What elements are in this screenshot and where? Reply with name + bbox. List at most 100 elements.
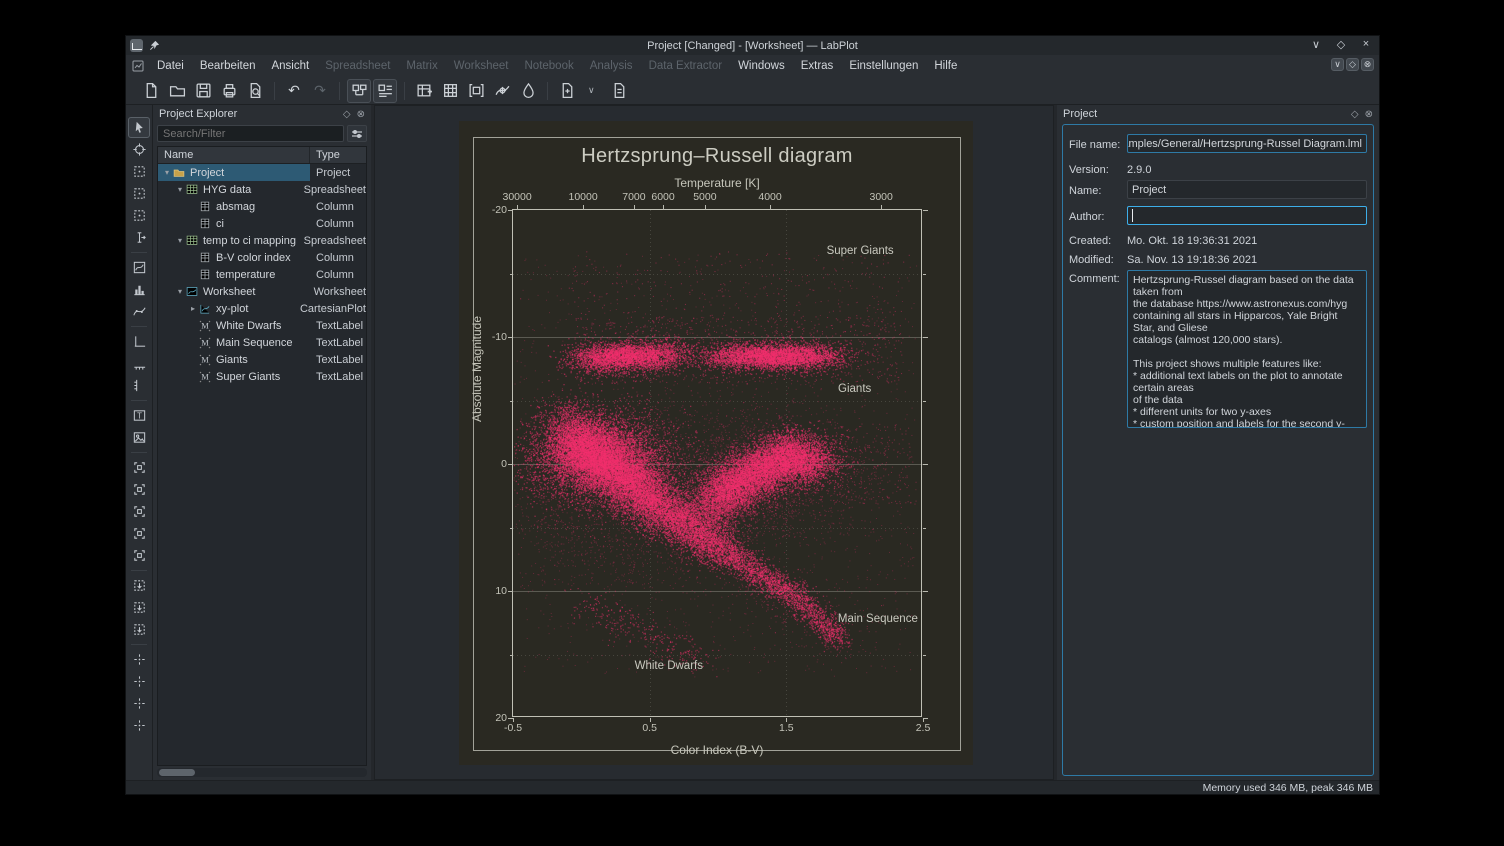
zoom-fit-page-button[interactable] xyxy=(128,523,150,544)
tree-row-white-dwarfs[interactable]: MWhite DwarfsTextLabel xyxy=(158,317,366,334)
mode-cursor-button[interactable] xyxy=(128,227,150,248)
name-field[interactable] xyxy=(1127,180,1367,199)
tree-row-xy-plot[interactable]: ▸xy-plotCartesianPlot xyxy=(158,300,366,317)
menu-windows[interactable]: Windows xyxy=(730,57,793,75)
add-plot-four-axes-button[interactable] xyxy=(128,257,150,278)
tree-row-temperature[interactable]: temperatureColumn xyxy=(158,266,366,283)
tree-row-worksheet[interactable]: ▾WorksheetWorksheet xyxy=(158,283,366,300)
undo-button[interactable]: ↶ xyxy=(282,79,306,103)
dock-close-icon[interactable]: ⊗ xyxy=(1365,109,1373,120)
tree-row-giants[interactable]: MGiantsTextLabel xyxy=(158,351,366,368)
new-spreadsheet-button[interactable] xyxy=(412,79,436,103)
zoom-fit-height-button[interactable] xyxy=(128,597,150,618)
mode-select-button[interactable] xyxy=(128,117,150,138)
menu-bearbeiten[interactable]: Bearbeiten xyxy=(192,57,264,75)
zoom-out-button[interactable] xyxy=(128,479,150,500)
window-shade-button[interactable]: ∨ xyxy=(1309,38,1323,51)
shift-left-x-button[interactable] xyxy=(128,619,150,640)
save-project-button[interactable] xyxy=(191,79,215,103)
column-header-type[interactable]: Type xyxy=(310,147,366,163)
dock-float-icon[interactable]: ◇ xyxy=(1351,109,1359,120)
tree-row-b-v-color-index[interactable]: B-V color indexColumn xyxy=(158,249,366,266)
temperature-tick-label: 30000 xyxy=(492,191,542,203)
file-name-field[interactable]: lot/data/examples/General/Hertzsprung-Ru… xyxy=(1127,134,1367,153)
chevron-down-icon[interactable]: ▾ xyxy=(175,185,185,194)
mdi-restore-button[interactable]: ◇ xyxy=(1346,58,1359,71)
plot-annotation-white-dwarfs[interactable]: White Dwarfs xyxy=(599,660,739,672)
mdi-shade-button[interactable]: ∨ xyxy=(1331,58,1344,71)
dock-float-icon[interactable]: ◇ xyxy=(343,109,351,120)
add-plot-two-axes-button[interactable] xyxy=(128,279,150,300)
menu-hilfe[interactable]: Hilfe xyxy=(926,57,965,75)
zoom-origin-button[interactable] xyxy=(128,501,150,522)
tree-row-super-giants[interactable]: MSuper GiantsTextLabel xyxy=(158,368,366,385)
add-horizontal-axis-button[interactable] xyxy=(128,331,150,352)
subwindow-icon[interactable] xyxy=(132,60,144,72)
plot-axes-box[interactable]: 300001000070006000500040003000-0.50.51.5… xyxy=(512,209,922,717)
open-project-button[interactable] xyxy=(165,79,189,103)
tree-row-temp-to-ci-mapping[interactable]: ▾temp to ci mappingSpreadsheet xyxy=(158,232,366,249)
shift-right-x-button[interactable] xyxy=(128,649,150,670)
menu-extras[interactable]: Extras xyxy=(793,57,842,75)
chevron-right-icon[interactable]: ▸ xyxy=(188,304,198,313)
mode-crosshair-button[interactable] xyxy=(128,139,150,160)
color-theme-button[interactable] xyxy=(516,79,540,103)
chevron-down-icon[interactable]: ▾ xyxy=(175,236,185,245)
new-worksheet-button[interactable] xyxy=(555,79,579,103)
worksheet-view[interactable]: Hertzsprung–Russell diagram Temperature … xyxy=(374,105,1054,780)
print-button[interactable] xyxy=(217,79,241,103)
mode-zoom-select-button[interactable] xyxy=(128,161,150,182)
mode-zoom-x-select-button[interactable] xyxy=(128,183,150,204)
chevron-down-icon[interactable]: ▾ xyxy=(175,287,185,296)
new-workbook-button[interactable] xyxy=(464,79,488,103)
new-matrix-button[interactable] xyxy=(438,79,462,103)
new-datapicker-button[interactable] xyxy=(490,79,514,103)
plot-annotation-super-giants[interactable]: Super Giants xyxy=(790,245,930,257)
add-image-button[interactable] xyxy=(128,427,150,448)
dock-close-icon[interactable]: ⊗ xyxy=(357,109,365,120)
plot-annotation-giants[interactable]: Giants xyxy=(785,383,925,395)
search-input[interactable] xyxy=(157,125,344,142)
window-maximize-button[interactable]: ◇ xyxy=(1334,38,1348,51)
menu-analysis: Analysis xyxy=(582,57,641,75)
menu-datei[interactable]: Datei xyxy=(149,57,192,75)
scrollbar-thumb[interactable] xyxy=(159,769,195,776)
horizontal-scrollbar[interactable] xyxy=(157,768,367,777)
mode-zoom-y-select-button[interactable] xyxy=(128,205,150,226)
tree-row-ci[interactable]: ciColumn xyxy=(158,215,366,232)
new-note-button[interactable] xyxy=(607,79,631,103)
xy-plot-area[interactable]: Hertzsprung–Russell diagram Temperature … xyxy=(473,137,961,751)
comment-field[interactable]: Hertzsprung-Russel diagram based on the … xyxy=(1127,270,1367,428)
new-project-button[interactable] xyxy=(139,79,163,103)
zoom-fit-width-button[interactable] xyxy=(128,575,150,596)
menu-ansicht[interactable]: Ansicht xyxy=(263,57,317,75)
shift-origin-button[interactable] xyxy=(128,715,150,736)
tree-row-main-sequence[interactable]: MMain SequenceTextLabel xyxy=(158,334,366,351)
shift-down-y-button[interactable] xyxy=(128,693,150,714)
mdi-close-button[interactable]: ⊗ xyxy=(1361,58,1374,71)
shift-up-y-button[interactable] xyxy=(128,671,150,692)
add-text-label-button[interactable]: T xyxy=(128,405,150,426)
zoom-in-button[interactable] xyxy=(128,457,150,478)
add-custom-axis-button[interactable] xyxy=(128,375,150,396)
print-preview-button[interactable] xyxy=(243,79,267,103)
add-vertical-axis-button[interactable] xyxy=(128,353,150,374)
worksheet-page[interactable]: Hertzsprung–Russell diagram Temperature … xyxy=(459,121,973,765)
toggle-properties-explorer-button[interactable] xyxy=(373,79,397,103)
author-field[interactable] xyxy=(1127,206,1367,225)
chevron-down-icon[interactable]: ▾ xyxy=(162,168,172,177)
filter-options-button[interactable] xyxy=(347,125,367,142)
column-header-name[interactable]: Name xyxy=(158,147,310,163)
menu-einstellungen[interactable]: Einstellungen xyxy=(841,57,926,75)
tree-header[interactable]: Name Type xyxy=(158,147,366,164)
add-plot-curve-button[interactable] xyxy=(128,301,150,322)
plot-annotation-main-sequence[interactable]: Main Sequence xyxy=(808,613,948,625)
tree-row-absmag[interactable]: absmagColumn xyxy=(158,198,366,215)
zoom-fit-selection-button[interactable] xyxy=(128,545,150,566)
window-close-button[interactable]: × xyxy=(1359,38,1373,51)
tree-row-project[interactable]: ▾ProjectProject xyxy=(158,164,366,181)
tree-row-hyg-data[interactable]: ▾HYG dataSpreadsheet xyxy=(158,181,366,198)
toggle-project-explorer-button[interactable] xyxy=(347,79,371,103)
title-bar[interactable]: Project [Changed] - [Worksheet] — LabPlo… xyxy=(126,36,1379,55)
new-worksheet-dropdown[interactable]: ∨ xyxy=(581,79,605,103)
